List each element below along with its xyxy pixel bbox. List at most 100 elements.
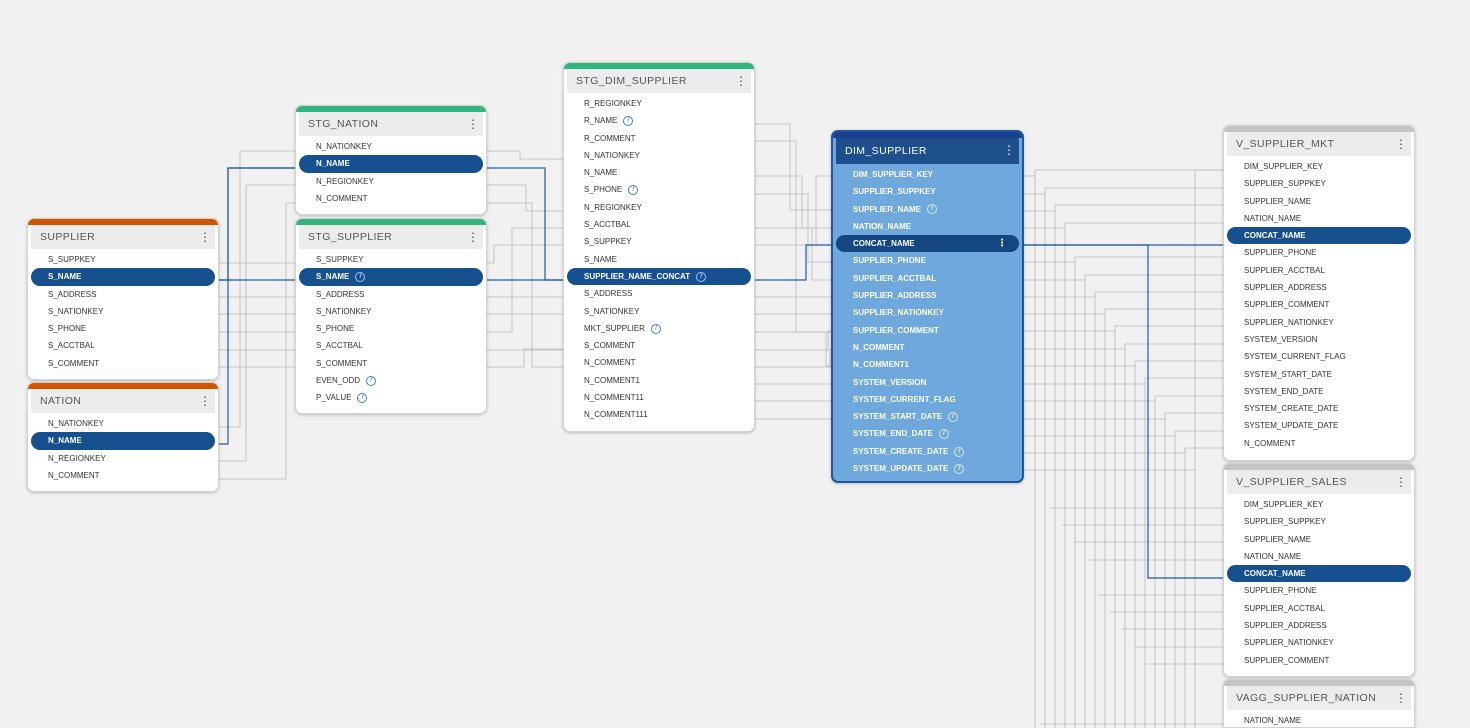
column-row[interactable]: S_PHONE (31, 320, 215, 337)
column-row[interactable]: SYSTEM_START_DATE (1227, 366, 1411, 383)
column-row[interactable]: R_COMMENT (567, 130, 751, 147)
function-info-icon[interactable]: f (948, 412, 959, 423)
column-row[interactable]: S_SUPPKEY (31, 251, 215, 268)
kebab-menu-icon[interactable]: ⋮ (467, 228, 479, 246)
column-row[interactable]: NATION_NAME (1227, 712, 1411, 727)
column-row[interactable]: SUPPLIER_NATIONKEY (1227, 634, 1411, 651)
column-row[interactable]: N_NAME (567, 164, 751, 181)
column-row[interactable]: SUPPLIER_COMMENT (836, 322, 1019, 339)
column-row[interactable]: S_ACCTBAL (567, 216, 751, 233)
column-row[interactable]: SUPPLIER_SUPPKEY (1227, 513, 1411, 530)
column-row[interactable]: N_NAME (299, 155, 483, 173)
column-row[interactable]: SYSTEM_START_DATE f (836, 408, 1019, 425)
node-stg-nation[interactable]: STG_NATION ⋮ N_NATIONKEY N_NAME N_REGIONKE… (295, 105, 487, 215)
node-nation[interactable]: NATION ⋮ N_NATIONKEY N_NAME N_REGIONKEY N_C… (27, 382, 219, 492)
column-row[interactable]: NATION_NAME (1227, 210, 1411, 227)
column-row[interactable]: N_NAME (31, 432, 215, 450)
column-row[interactable]: S_ADDRESS (567, 285, 751, 302)
column-row[interactable]: S_NAME (31, 268, 215, 286)
column-row[interactable]: N_COMMENT (299, 190, 483, 207)
column-row[interactable]: CONCAT_NAME (1227, 227, 1411, 245)
column-row[interactable]: EVEN_ODD f (299, 372, 483, 389)
column-row[interactable]: S_NATIONKEY (567, 303, 751, 320)
column-row[interactable]: SYSTEM_END_DATE (1227, 383, 1411, 400)
column-row[interactable]: SYSTEM_UPDATE_DATE f (836, 460, 1019, 477)
column-row[interactable]: SUPPLIER_ACCTBAL (1227, 262, 1411, 279)
kebab-menu-icon[interactable]: ⋮ (1003, 141, 1015, 159)
column-row[interactable]: SUPPLIER_ACCTBAL (836, 270, 1019, 287)
column-row[interactable]: SYSTEM_CREATE_DATE f (836, 443, 1019, 460)
column-row[interactable]: S_ACCTBAL (299, 337, 483, 354)
column-row[interactable]: NATION_NAME (1227, 548, 1411, 565)
column-row[interactable]: N_COMMENT (836, 339, 1019, 356)
column-row[interactable]: N_REGIONKEY (299, 173, 483, 190)
column-row[interactable]: SUPPLIER_NAME_CONCAT f (567, 267, 751, 286)
column-row[interactable]: N_COMMENT111 (567, 406, 751, 423)
column-row[interactable]: SUPPLIER_ADDRESS (1227, 279, 1411, 296)
column-row[interactable]: SYSTEM_CURRENT_FLAG (836, 391, 1019, 408)
column-row[interactable]: CONCAT_NAME (1227, 565, 1411, 583)
column-row[interactable]: S_NAME (567, 251, 751, 268)
node-stg-supplier[interactable]: STG_SUPPLIER ⋮ S_SUPPKEY S_NAME f S_ADDRESS… (295, 218, 487, 414)
column-row[interactable]: N_COMMENT (567, 354, 751, 371)
column-row[interactable]: SUPPLIER_SUPPKEY (836, 183, 1019, 200)
column-row[interactable]: SUPPLIER_ADDRESS (1227, 617, 1411, 634)
column-row[interactable]: SUPPLIER_NATIONKEY (1227, 314, 1411, 331)
node-v-supplier-mkt[interactable]: V_SUPPLIER_MKT ⋮ DIM_SUPPLIER_KEY SUPPLIE… (1223, 125, 1415, 461)
column-row[interactable]: SYSTEM_VERSION (836, 374, 1019, 391)
kebab-menu-icon[interactable]: ⋮ (467, 115, 479, 133)
column-row[interactable]: N_NATIONKEY (31, 415, 215, 432)
function-info-icon[interactable]: f (628, 185, 639, 196)
function-info-icon[interactable]: f (357, 393, 368, 404)
function-info-icon[interactable]: f (954, 463, 965, 474)
column-row[interactable]: S_PHONE f (567, 181, 751, 198)
column-row[interactable]: SYSTEM_UPDATE_DATE (1227, 417, 1411, 434)
column-row[interactable]: SUPPLIER_NAME (1227, 193, 1411, 210)
column-row[interactable]: MKT_SUPPLIER f (567, 320, 751, 337)
column-row[interactable]: SUPPLIER_SUPPKEY (1227, 175, 1411, 192)
function-info-icon[interactable]: f (355, 272, 366, 283)
function-info-icon[interactable]: f (623, 116, 634, 127)
kebab-menu-icon[interactable]: ⋮ (199, 392, 211, 410)
column-row[interactable]: N_COMMENT1 (836, 356, 1019, 373)
function-info-icon[interactable]: f (650, 323, 661, 334)
column-row[interactable]: S_ACCTBAL (31, 337, 215, 354)
column-row[interactable]: SYSTEM_VERSION (1227, 331, 1411, 348)
function-info-icon[interactable]: f (954, 446, 965, 457)
node-vagg-supplier-nation[interactable]: VAGG_SUPPLIER_NATION ⋮ NATION_NAME (1223, 679, 1415, 728)
column-row[interactable]: S_PHONE (299, 320, 483, 337)
column-row[interactable]: SUPPLIER_PHONE (1227, 582, 1411, 599)
column-row[interactable]: S_NAME f (299, 268, 483, 286)
column-row[interactable]: N_COMMENT1 (567, 372, 751, 389)
column-row[interactable]: S_ADDRESS (299, 286, 483, 303)
column-row[interactable]: N_COMMENT (31, 467, 215, 484)
function-info-icon[interactable]: f (938, 429, 949, 440)
column-row[interactable]: DIM_SUPPLIER_KEY (836, 166, 1019, 183)
column-row[interactable]: SUPPLIER_COMMENT (1227, 296, 1411, 313)
column-row[interactable]: S_COMMENT (299, 355, 483, 372)
column-row[interactable]: S_NATIONKEY (299, 303, 483, 320)
kebab-menu-icon[interactable]: ⋮ (1395, 473, 1407, 491)
column-row[interactable]: P_VALUE f (299, 389, 483, 406)
column-row[interactable]: SUPPLIER_NAME f (836, 201, 1019, 218)
column-row[interactable]: SUPPLIER_NAME (1227, 531, 1411, 548)
column-row[interactable]: N_NATIONKEY (299, 138, 483, 155)
column-row[interactable]: R_NAME f (567, 112, 751, 129)
function-info-icon[interactable]: f (927, 204, 938, 215)
row-kebab-menu-icon[interactable]: ⋮ (997, 235, 1007, 252)
column-row[interactable]: DIM_SUPPLIER_KEY (1227, 158, 1411, 175)
column-row[interactable]: SYSTEM_CREATE_DATE (1227, 400, 1411, 417)
column-row[interactable]: S_SUPPKEY (567, 233, 751, 250)
column-row[interactable]: CONCAT_NAME ⋮ (836, 235, 1019, 253)
column-row[interactable]: SYSTEM_CURRENT_FLAG (1227, 348, 1411, 365)
kebab-menu-icon[interactable]: ⋮ (1395, 135, 1407, 153)
function-info-icon[interactable]: f (696, 271, 707, 282)
node-dim-supplier[interactable]: DIM_SUPPLIER ⋮ DIM_SUPPLIER_KEY SUPPLIER_… (831, 130, 1024, 483)
column-row[interactable]: S_COMMENT (567, 337, 751, 354)
kebab-menu-icon[interactable]: ⋮ (735, 72, 747, 90)
column-row[interactable]: S_ADDRESS (31, 286, 215, 303)
node-stg-dim-supplier[interactable]: STG_DIM_SUPPLIER ⋮ R_REGIONKEY R_NAME f R_C… (563, 62, 755, 432)
column-row[interactable]: SUPPLIER_PHONE (836, 252, 1019, 269)
column-row[interactable]: NATION_NAME (836, 218, 1019, 235)
column-row[interactable]: SUPPLIER_COMMENT (1227, 652, 1411, 669)
